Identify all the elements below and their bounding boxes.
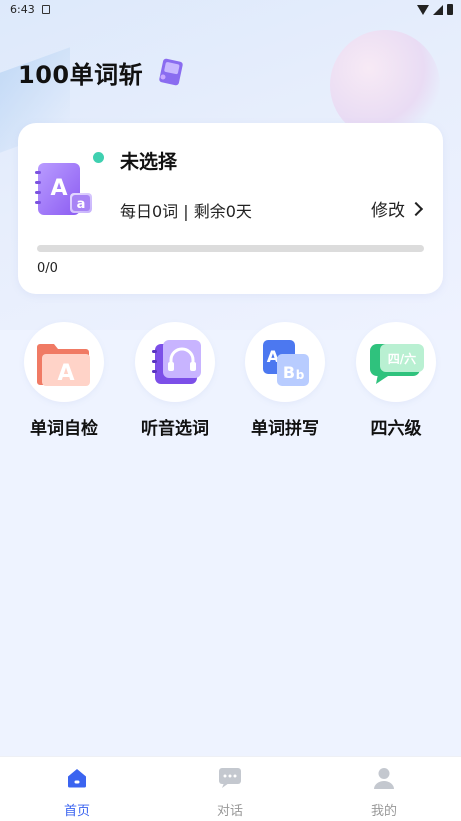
notification-icon [42,5,50,14]
tab-label: 首页 [63,804,90,819]
study-plan-card[interactable]: A a 未选择 每日0词 | 剩余0天 修改 0/0 [18,123,443,294]
app-title: 100单词斩 [18,61,144,89]
headphones-notebook-icon [152,340,201,384]
status-dot [93,152,104,163]
plan-summary: 每日0词 | 剩余0天 [120,202,252,221]
feature-word-self-check[interactable]: A 单词自检 [16,322,112,439]
wifi-icon [417,4,429,15]
feature-icon-circle: A a B b [245,322,325,402]
chat-icon [219,768,241,788]
progress-bar [37,245,424,252]
status-time: 6:43 [10,3,35,16]
feature-label: 听音选词 [141,419,209,439]
progress-count: 0/0 [37,261,58,276]
svg-text:b: b [296,368,305,382]
feature-icon-circle: 四/六 [356,322,436,402]
tab-label: 对话 [216,804,243,819]
feature-label: 单词拼写 [251,419,319,439]
signal-icon [433,4,443,15]
tab-label: 我的 [370,804,397,819]
status-bar: 6:43 [0,0,461,20]
notebook-a-icon: A a [35,163,92,215]
letter-a-folder-icon: A [37,344,90,386]
tab-profile[interactable]: 我的 [344,766,424,819]
tab-home[interactable]: 首页 [37,766,117,819]
home-icon [68,769,86,788]
battery-icon [447,4,453,15]
svg-text:B: B [283,363,295,382]
tab-chat[interactable]: 对话 [190,766,270,819]
bottom-tab-bar: 首页 对话 我的 [0,756,461,821]
feature-cet-4-6[interactable]: 四/六 四六级 [348,322,444,439]
feature-label: 单词自检 [30,419,98,439]
status-icons [417,4,453,15]
cet-chat-bubble-icon: 四/六 [370,344,424,384]
person-icon [374,768,394,789]
feature-word-spelling[interactable]: A a B b 单词拼写 [237,322,333,439]
book-badge-icon [159,58,183,86]
svg-text:A: A [57,361,74,386]
feature-icon-circle [135,322,215,402]
plan-title: 未选择 [120,151,178,173]
ab-cards-icon: A a B b [263,340,309,386]
svg-text:四/六: 四/六 [388,351,416,366]
feature-label: 四六级 [370,419,422,439]
svg-text:A: A [50,176,67,201]
edit-plan-button[interactable]: 修改 [371,196,424,221]
chevron-right-icon [408,201,424,216]
edit-plan-label: 修改 [371,201,405,221]
feature-icon-circle: A [24,322,104,402]
feature-listen-choose[interactable]: 听音选词 [127,322,223,439]
svg-text:a: a [77,197,86,212]
